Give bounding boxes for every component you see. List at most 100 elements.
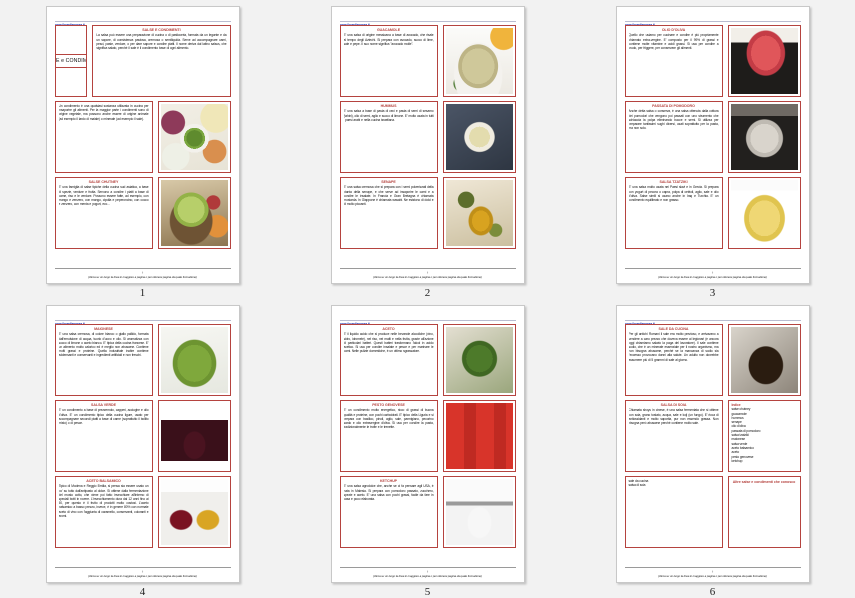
document-page-4[interactable]: www.ilovedispensa.it MAIONESE E' una sal…	[45, 305, 240, 583]
page-thumbnail-4[interactable]: www.ilovedispensa.it MAIONESE E' una sal…	[0, 299, 285, 598]
content-row: SALSE e CONDIMENTI SALSE E CONDIMENTI La…	[54, 25, 231, 97]
page-body: ACETO E' il liquido acido che si produce…	[339, 324, 516, 567]
section-text: E' una salsa di origine messicana a base…	[343, 33, 434, 46]
text-box: GUACAMOLE E' una salsa di origine messic…	[339, 25, 438, 97]
section-heading: SALSA DI SOIA	[660, 403, 687, 407]
page-thumbnail-5[interactable]: www.ilovedispensa.it ACETO E' il liquido…	[285, 299, 570, 598]
page-header: www.ilovedispensa.it	[54, 313, 231, 326]
content-row: ACETO BALSAMICO Tipico di Modena e Reggi…	[54, 476, 231, 548]
text-box: SALSA DI SOIA Chiamata shoyu in cinese, …	[624, 400, 723, 472]
photo-box	[727, 177, 801, 249]
section-heading: SALSE E CONDIMENTI	[142, 28, 181, 32]
photo-box	[157, 324, 231, 396]
section-text: Quello che usiamo per cucinare e condire…	[628, 33, 719, 51]
document-page-1[interactable]: www.ilovedispensa.it SALSE e CONDIMENTI …	[45, 6, 240, 284]
footer-note: (clicca su un luogo la linea in maggiore…	[88, 275, 197, 279]
food-photo-vinegar-bottle	[160, 403, 228, 469]
page-header: www.ilovedispensa.it	[624, 14, 801, 27]
page-footer: ↑ (clicca su un luogo la linea in maggio…	[54, 567, 231, 578]
section-heading: SALSA TZATZIKI	[659, 180, 688, 184]
note-item[interactable]: salsa di soia	[629, 483, 719, 487]
page-number: 2	[424, 287, 431, 299]
section-text: Anche detta salsa o conserva, è una sals…	[628, 109, 719, 131]
content-row: sale da cucina salsa di soia Altre salse…	[624, 476, 801, 548]
text-box: SALSE CHUTNEY E' una famiglia di salse t…	[54, 177, 153, 249]
text-box: ACETO E' il liquido acido che si produce…	[339, 324, 438, 396]
page-number: 1	[139, 287, 146, 299]
content-row: ACETO E' il liquido acido che si produce…	[339, 324, 516, 396]
content-row: HUMMUS E' una salsa a base di pasta di c…	[339, 101, 516, 173]
photo-box	[442, 400, 516, 472]
section-heading: KETCHUP	[379, 479, 398, 483]
page-thumbnail-3[interactable]: www.ilovedispensa.it OLIO D'OLIVA Quello…	[570, 0, 855, 299]
section-heading: HUMMUS	[380, 104, 397, 108]
text-box: SALSA VERDE E' un condimento a base di p…	[54, 400, 153, 472]
document-page-6[interactable]: www.ilovedispensa.it SALE DA CUCINA Per …	[615, 305, 810, 583]
food-photo-guacamole	[445, 28, 513, 94]
photo-box	[442, 25, 516, 97]
page-header: www.ilovedispensa.it	[624, 313, 801, 326]
text-box: SALSA TZATZIKI E' una salsa molto usata …	[624, 177, 723, 249]
section-heading: SALSE CHUTNEY	[88, 180, 119, 184]
section-text: Un condimento è una qualsiasi sostanza u…	[58, 104, 149, 121]
page-body: SALSE e CONDIMENTI SALSE E CONDIMENTI La…	[54, 25, 231, 268]
section-heading: PASSATA DI POMODORO	[652, 104, 695, 108]
page-footer: ↑ (clicca su un luogo la linea in maggio…	[339, 567, 516, 578]
food-photo-green-sauce	[160, 327, 228, 393]
section-text: La salsa può essere una preparazione di …	[96, 33, 227, 51]
section-heading: SALSA VERDE	[91, 403, 116, 407]
notes-heading: Altre salse e condimenti che conosco	[732, 480, 796, 484]
document-page-3[interactable]: www.ilovedispensa.it OLIO D'OLIVA Quello…	[615, 6, 810, 284]
section-text: Chiamata shoyu in cinese, è una salsa fe…	[628, 408, 719, 426]
photo-box	[157, 476, 231, 548]
food-photo-hummus	[445, 104, 513, 170]
header-rule	[54, 21, 231, 22]
footer-note: (clicca su un luogo la linea in maggiore…	[658, 574, 767, 578]
text-box: ACETO BALSAMICO Tipico di Modena e Reggi…	[54, 476, 153, 548]
page-body: MAIONESE E' una salsa cremosa, di colore…	[54, 324, 231, 567]
page-number: 3	[709, 287, 716, 299]
section-heading: SALE DA CUCINA	[658, 327, 689, 331]
photo-box	[442, 324, 516, 396]
photo-box	[157, 101, 231, 173]
section-text: E' un condimento a base di prezzemolo, c…	[58, 408, 149, 426]
footer-note: (clicca su un luogo la linea in maggiore…	[373, 275, 482, 279]
page-footer: ↑ (clicca su un luogo la linea in maggio…	[624, 268, 801, 279]
section-text: Per gli antichi Romani il sale era molto…	[628, 332, 719, 362]
section-heading: OLIO D'OLIVA	[661, 28, 686, 32]
photo-box	[442, 476, 516, 548]
page-thumbnail-6[interactable]: www.ilovedispensa.it SALE DA CUCINA Per …	[570, 299, 855, 598]
content-row: OLIO D'OLIVA Quello che usiamo per cucin…	[624, 25, 801, 97]
page-body: OLIO D'OLIVA Quello che usiamo per cucin…	[624, 25, 801, 268]
food-photo-green-jar	[445, 327, 513, 393]
footer-note: (clicca su un luogo la linea in maggiore…	[373, 574, 482, 578]
content-row: MAIONESE E' una salsa cremosa, di colore…	[54, 324, 231, 396]
document-page-2[interactable]: www.ilovedispensa.it GUACAMOLE E' una sa…	[330, 6, 525, 284]
food-photo-pesto-bowl	[160, 104, 228, 170]
photo-box	[442, 177, 516, 249]
food-photo-olive-oil	[730, 28, 798, 94]
section-heading: ACETO BALSAMICO	[86, 479, 121, 483]
text-box: KETCHUP E' una salsa agrodolce che, anch…	[339, 476, 438, 548]
food-photo-passata	[730, 104, 798, 170]
page-footer: ↑ (clicca su un luogo la linea in maggio…	[54, 268, 231, 279]
index-box: Indice salse chutney guacamole hummus se…	[727, 400, 801, 472]
header-rule	[339, 21, 516, 22]
food-photo-chutney	[160, 180, 228, 246]
section-heading: SENAPE	[381, 180, 396, 184]
page-thumbnail-2[interactable]: www.ilovedispensa.it GUACAMOLE E' una sa…	[285, 0, 570, 299]
footer-note: (clicca su un luogo la linea in maggiore…	[658, 275, 767, 279]
thumbnail-grid: www.ilovedispensa.it SALSE e CONDIMENTI …	[0, 0, 855, 598]
document-page-5[interactable]: www.ilovedispensa.it ACETO E' il liquido…	[330, 305, 525, 583]
page-thumbnail-1[interactable]: www.ilovedispensa.it SALSE e CONDIMENTI …	[0, 0, 285, 299]
section-text: E' un condimento molto energetico, ricco…	[343, 408, 434, 430]
notes-box-left: sale da cucina salsa di soia	[624, 476, 723, 548]
text-box: SENAPE E' una salsa cremosa che si prepa…	[339, 177, 438, 249]
food-photo-sauce-jars	[445, 403, 513, 469]
section-text: E' una salsa agrodolce che, anche se ci …	[343, 484, 434, 502]
text-box: PASSATA DI POMODORO Anche detta salsa o …	[624, 101, 723, 173]
index-item[interactable]: ketchup	[732, 459, 797, 463]
photo-box	[442, 101, 516, 173]
section-text: E' una salsa a base di pasta di ceci e p…	[343, 109, 434, 122]
content-row: SENAPE E' una salsa cremosa che si prepa…	[339, 177, 516, 249]
